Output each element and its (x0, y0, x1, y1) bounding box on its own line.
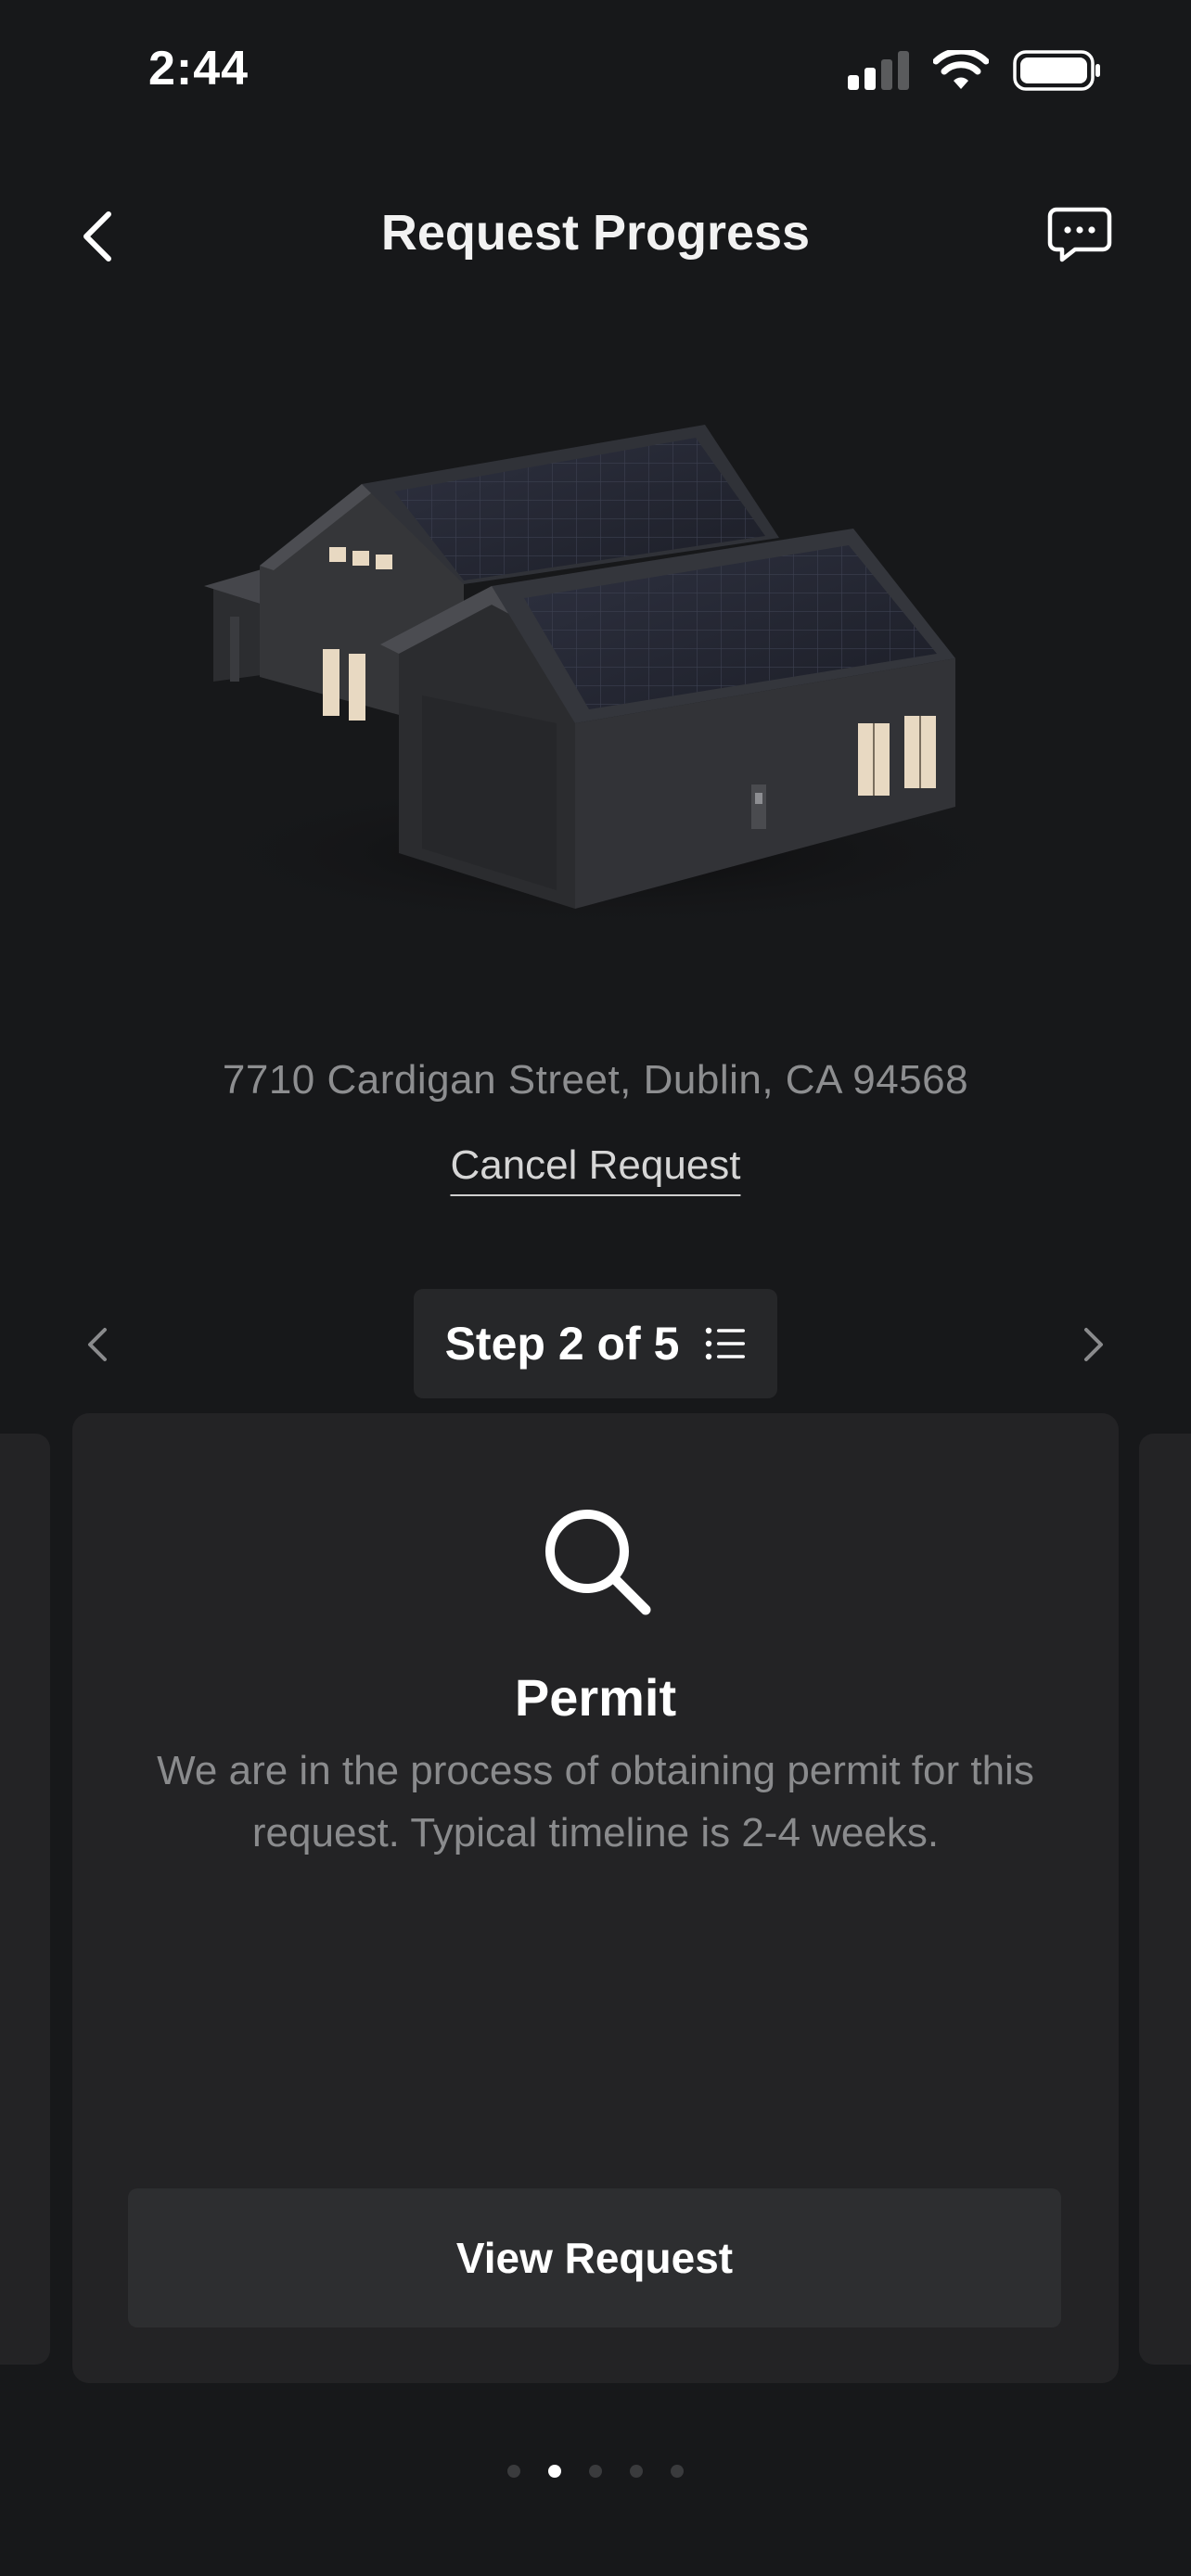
property-address: 7710 Cardigan Street, Dublin, CA 94568 (222, 1057, 969, 1103)
page-dot[interactable] (630, 2465, 643, 2478)
search-icon (536, 1500, 657, 1621)
page-indicator (0, 2465, 1191, 2478)
view-request-button[interactable]: View Request (128, 2188, 1061, 2327)
cancel-request-link[interactable]: Cancel Request (450, 1142, 741, 1196)
nav-bar: Request Progress (0, 176, 1191, 297)
next-step-card[interactable] (1139, 1434, 1191, 2365)
step-label: Step 2 of 5 (444, 1318, 680, 1370)
battery-icon (1013, 50, 1102, 96)
page-dot[interactable] (507, 2465, 520, 2478)
previous-step-card[interactable] (0, 1434, 50, 2365)
chevron-right-icon (1084, 1328, 1103, 1361)
current-step-card: Permit We are in the process of obtainin… (72, 1413, 1119, 2383)
house-illustration (167, 371, 1048, 946)
page-dot[interactable] (589, 2465, 602, 2478)
list-icon (706, 1327, 746, 1360)
step-title: Permit (514, 1668, 677, 1727)
chevron-left-icon (88, 1328, 107, 1361)
step-description: We are in the process of obtaining permi… (157, 1748, 1034, 1855)
status-icons (848, 47, 1102, 96)
page-title: Request Progress (380, 205, 811, 261)
page-dot-active[interactable] (548, 2465, 561, 2478)
previous-step-button[interactable] (74, 1317, 121, 1372)
step-indicator[interactable]: Step 2 of 5 (414, 1289, 777, 1398)
next-step-button[interactable] (1070, 1317, 1117, 1372)
wifi-icon (932, 47, 990, 96)
chat-bubble-icon (1047, 207, 1112, 262)
cellular-signal-icon (848, 51, 909, 95)
chat-button[interactable] (1043, 202, 1117, 267)
page-dot[interactable] (671, 2465, 684, 2478)
step-navigation: Step 2 of 5 (0, 1289, 1191, 1400)
status-bar: 2:44 (0, 0, 1191, 139)
status-time: 2:44 (148, 42, 250, 96)
